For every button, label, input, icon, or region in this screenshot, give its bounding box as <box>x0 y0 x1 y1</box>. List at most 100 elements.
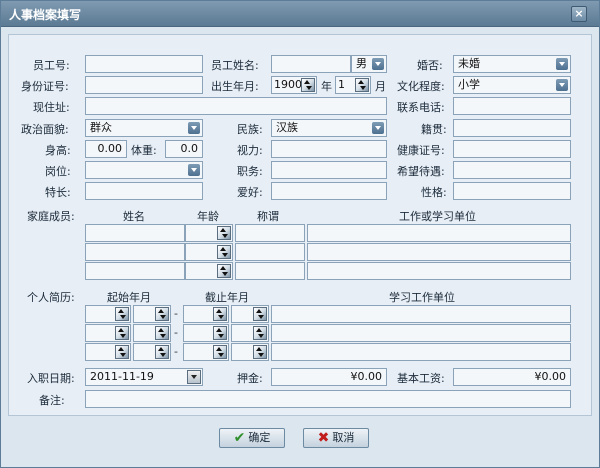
family-age-spinner[interactable] <box>185 262 233 280</box>
spin-icon[interactable] <box>213 326 227 340</box>
cross-icon[interactable]: ✖ <box>318 429 330 447</box>
politics-value: 群众 <box>90 121 112 134</box>
vision-input[interactable] <box>271 140 387 158</box>
resume-end-month[interactable] <box>231 324 269 342</box>
chevron-down-icon[interactable] <box>372 122 384 134</box>
id-label: 身份证号: <box>21 80 69 93</box>
id-input[interactable] <box>85 76 203 94</box>
resume-end-year[interactable] <box>183 324 229 342</box>
family-unit-input[interactable] <box>307 262 571 280</box>
family-name-input[interactable] <box>85 243 185 261</box>
close-icon[interactable]: × <box>574 7 583 20</box>
birth-label: 出生年月: <box>211 80 259 93</box>
family-relation-input[interactable] <box>235 243 305 261</box>
spin-icon[interactable] <box>253 307 267 321</box>
hobby-input[interactable] <box>271 182 387 200</box>
hire-date-picker[interactable]: 2011-11-19 <box>85 368 203 386</box>
spin-icon[interactable] <box>155 326 169 340</box>
resume-start-month[interactable] <box>133 343 171 361</box>
politics-label: 政治面貌: <box>21 123 69 136</box>
phone-label: 联系电话: <box>397 101 445 114</box>
nation-select[interactable]: 汉族 <box>271 119 387 137</box>
check-icon[interactable]: ✔ <box>234 429 246 447</box>
spin-icon[interactable] <box>155 307 169 321</box>
emp-no-label: 员工号: <box>33 59 70 72</box>
family-relation-input[interactable] <box>235 224 305 242</box>
spin-icon[interactable] <box>155 345 169 359</box>
spin-icon[interactable] <box>217 264 231 278</box>
base-salary-input[interactable]: ¥0.00 <box>453 368 571 386</box>
chevron-down-icon[interactable] <box>188 122 200 134</box>
gender-select[interactable]: 男 <box>351 55 387 73</box>
resume-unit-input[interactable] <box>271 324 571 342</box>
hire-date-label: 入职日期: <box>27 372 75 385</box>
resume-start-month[interactable] <box>133 324 171 342</box>
health-input[interactable] <box>453 140 571 158</box>
spin-icon[interactable] <box>115 326 129 340</box>
address-input[interactable] <box>85 97 387 115</box>
deposit-input[interactable]: ¥0.00 <box>271 368 387 386</box>
family-relation-input[interactable] <box>235 262 305 280</box>
family-name-input[interactable] <box>85 224 185 242</box>
spin-icon[interactable] <box>253 326 267 340</box>
spin-icon[interactable] <box>301 78 315 92</box>
resume-end-month[interactable] <box>231 343 269 361</box>
spin-icon[interactable] <box>115 345 129 359</box>
specialty-input[interactable] <box>85 182 203 200</box>
resume-start-year[interactable] <box>85 305 131 323</box>
ok-button[interactable]: ✔ 确定 <box>219 428 285 448</box>
height-input[interactable]: 0.00 <box>85 140 127 158</box>
chevron-down-icon[interactable] <box>188 164 200 176</box>
spin-icon[interactable] <box>217 226 231 240</box>
character-input[interactable] <box>453 182 571 200</box>
range-dash: - <box>174 345 178 358</box>
family-age-spinner[interactable] <box>185 224 233 242</box>
spin-icon[interactable] <box>213 345 227 359</box>
family-unit-input[interactable] <box>307 224 571 242</box>
family-name-input[interactable] <box>85 262 185 280</box>
phone-input[interactable] <box>453 97 571 115</box>
calendar-dropdown-icon[interactable] <box>187 370 201 384</box>
spin-icon[interactable] <box>217 245 231 259</box>
spin-icon[interactable] <box>355 78 369 92</box>
marital-select[interactable]: 未婚 <box>453 55 571 73</box>
salary-expect-input[interactable] <box>453 161 571 179</box>
spin-icon[interactable] <box>253 345 267 359</box>
resume-end-year[interactable] <box>183 343 229 361</box>
birth-month-value: 1 <box>338 78 345 91</box>
weight-label: 体重: <box>131 144 157 157</box>
resume-start-year[interactable] <box>85 343 131 361</box>
origin-input[interactable] <box>453 119 571 137</box>
birth-year-spinner[interactable]: 1900 <box>271 76 317 94</box>
chevron-down-icon[interactable] <box>556 79 568 91</box>
weight-input[interactable]: 0.0 <box>165 140 203 158</box>
chevron-down-icon[interactable] <box>372 58 384 70</box>
resume-start-year[interactable] <box>85 324 131 342</box>
family-age-spinner[interactable] <box>185 243 233 261</box>
ok-label[interactable]: 确定 <box>248 431 270 444</box>
duty-input[interactable] <box>271 161 387 179</box>
spin-icon[interactable] <box>115 307 129 321</box>
edu-select[interactable]: 小学 <box>453 76 571 94</box>
cancel-button[interactable]: ✖ 取消 <box>303 428 369 448</box>
family-unit-input[interactable] <box>307 243 571 261</box>
resume-header-unit: 学习工作单位 <box>389 291 455 304</box>
politics-select[interactable]: 群众 <box>85 119 203 137</box>
close-button[interactable]: × <box>571 6 587 22</box>
resume-unit-input[interactable] <box>271 343 571 361</box>
chevron-down-icon[interactable] <box>556 58 568 70</box>
name-input[interactable] <box>271 55 351 73</box>
spin-icon[interactable] <box>213 307 227 321</box>
cancel-label[interactable]: 取消 <box>332 431 354 444</box>
resume-start-month[interactable] <box>133 305 171 323</box>
gender-value: 男 <box>356 57 367 70</box>
emp-no-input[interactable] <box>85 55 203 73</box>
resume-unit-input[interactable] <box>271 305 571 323</box>
family-header-relation: 称谓 <box>257 210 279 223</box>
birth-month-spinner[interactable]: 1 <box>335 76 371 94</box>
resume-end-month[interactable] <box>231 305 269 323</box>
resume-end-year[interactable] <box>183 305 229 323</box>
post-select[interactable] <box>85 161 203 179</box>
remark-label: 备注: <box>39 394 65 407</box>
remark-input[interactable] <box>85 390 571 408</box>
